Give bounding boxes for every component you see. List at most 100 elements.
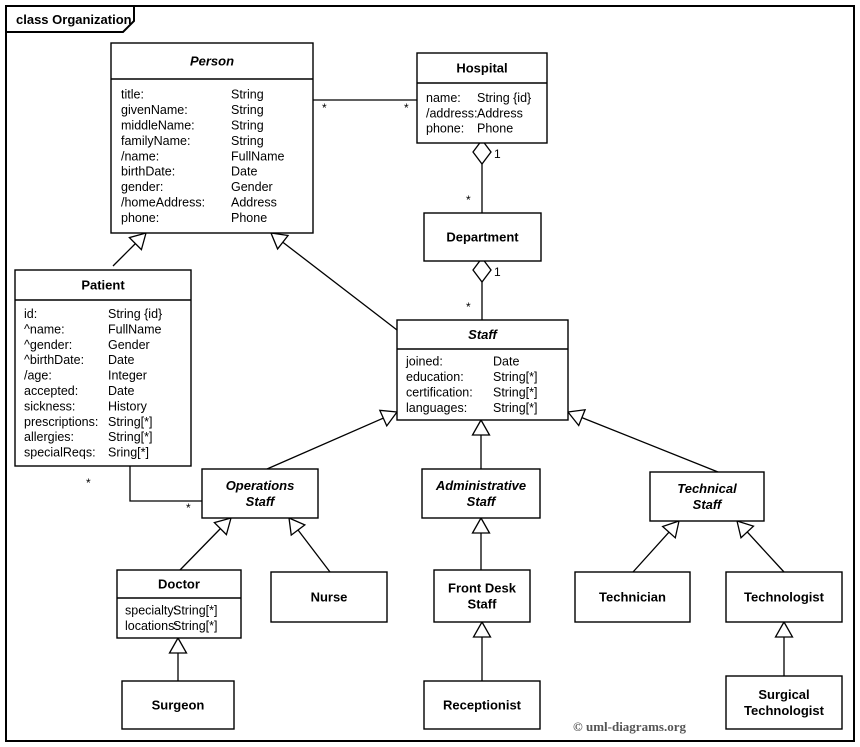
surgeon-doctor-generalization (168, 636, 188, 681)
attribute-name-person-3: familyName: (121, 134, 190, 148)
attribute-type-person-2: String (231, 119, 264, 133)
class-technician[interactable]: Technician (574, 571, 691, 623)
attribute-name-staff-0: joined: (405, 355, 443, 369)
class-administrative-staff[interactable]: AdministrativeStaff (421, 468, 541, 519)
attribute-name-doctor-1: locations: (125, 619, 178, 633)
receptionist-frontdesk-generalization (472, 620, 492, 681)
frontdesk-administrative-generalization (471, 516, 491, 570)
attribute-name-person-5: birthDate: (121, 165, 175, 179)
class-staff[interactable]: Staff joined: Date education: String[*] certi… (396, 319, 569, 421)
class-department[interactable]: Department (423, 212, 542, 262)
attribute-type-doctor-1: String[*] (173, 619, 217, 633)
attribute-type-person-0: String (231, 88, 264, 102)
staff-person-generalization-line (282, 241, 398, 331)
technician-technical-generalization-arrowhead (661, 520, 680, 540)
technician-technical-generalization-line (632, 531, 670, 573)
patient-operations-association-line (129, 466, 202, 502)
department-staff-aggregation-multiplicity-0: 1 (494, 265, 501, 279)
attribute-name-hospital-1: /address: (426, 106, 477, 120)
attribute-name-patient-4: /age: (24, 369, 52, 383)
uml-class-diagram: class Organization Person title: String giv… (0, 0, 860, 747)
attribute-name-hospital-2: phone: (426, 122, 464, 136)
attribute-type-patient-7: String[*] (108, 415, 152, 429)
class-person[interactable]: Person title: String givenName: String middle… (110, 42, 314, 234)
class-name-receptionist: Receptionist (443, 698, 522, 713)
technologist-technical-generalization-line (746, 531, 785, 573)
attribute-name-person-7: /homeAddress: (121, 196, 205, 210)
attribute-name-patient-8: allergies: (24, 430, 74, 444)
staff-person-generalization-arrowhead (269, 232, 290, 251)
class-name-patient: Patient (81, 278, 125, 293)
attribute-type-person-6: Gender (231, 180, 273, 194)
class-patient[interactable]: Patient id: String {id} ^name: FullName ^gend… (14, 269, 192, 467)
class-nurse[interactable]: Nurse (270, 571, 388, 623)
class-layer: Person title: String givenName: String middle… (14, 42, 843, 730)
frame-tab-label: class Organization (16, 12, 132, 27)
doctor-operations-generalization (179, 517, 232, 571)
attribute-type-patient-9: Sring[*] (108, 446, 149, 460)
attribute-name-patient-1: ^name: (24, 322, 65, 336)
class-name-operations-staff: Staff (246, 494, 276, 509)
class-surgeon[interactable]: Surgeon (121, 680, 235, 730)
attribute-name-person-4: /name: (121, 149, 159, 163)
attribute-name-person-1: givenName: (121, 103, 188, 117)
attribute-name-patient-6: sickness: (24, 399, 75, 413)
attribute-type-person-4: FullName (231, 149, 285, 163)
attribute-type-patient-5: Date (108, 384, 134, 398)
hospital-department-aggregation-multiplicity-0: 1 (494, 147, 501, 161)
class-name-technical-staff: Staff (693, 497, 723, 512)
attribute-name-patient-7: prescriptions: (24, 415, 98, 429)
attribute-type-person-7: Address (231, 196, 277, 210)
class-surgical-technologist[interactable]: SurgicalTechnologist (725, 675, 843, 730)
attribute-name-staff-1: education: (406, 370, 464, 384)
nurse-operations-generalization-line (297, 529, 331, 573)
person-hospital-association-multiplicity-1: * (404, 101, 409, 115)
class-front-desk-staff[interactable]: Front DeskStaff (433, 569, 531, 623)
department-staff-aggregation (472, 256, 492, 320)
attribute-name-doctor-0: specialty: (125, 604, 177, 618)
class-hospital[interactable]: Hospital name: String {id}/address: Address… (416, 52, 548, 144)
attribute-type-patient-0: String {id} (108, 307, 162, 321)
hospital-department-aggregation-multiplicity-1: * (466, 193, 471, 207)
class-name-staff: Staff (468, 327, 498, 342)
attribute-type-patient-3: Date (108, 353, 134, 367)
attribute-type-person-5: Date (231, 165, 257, 179)
class-technologist[interactable]: Technologist (725, 571, 843, 623)
attribute-type-person-3: String (231, 134, 264, 148)
technician-technical-generalization (632, 520, 680, 573)
attribute-name-person-2: middleName: (121, 119, 195, 133)
diagram-canvas: class Organization Person title: String giv… (5, 5, 855, 742)
attribute-type-patient-8: String[*] (108, 430, 152, 444)
class-name-front-desk-staff: Front Desk (448, 581, 517, 596)
attribute-type-hospital-1: Address (477, 106, 523, 120)
patient-person-generalization (112, 232, 147, 267)
attribute-name-patient-0: id: (24, 307, 37, 321)
class-name-department: Department (446, 230, 519, 245)
administrative-staff-generalization-arrowhead (471, 418, 491, 436)
attribute-name-staff-3: languages: (406, 401, 467, 415)
surgicaltech-technologist-generalization (774, 620, 794, 676)
class-receptionist[interactable]: Receptionist (423, 680, 541, 730)
patient-operations-association-multiplicity-0: * (86, 476, 91, 490)
operations-staff-generalization-line (266, 417, 384, 470)
attribute-name-person-0: title: (121, 88, 144, 102)
attribute-type-patient-2: Gender (108, 338, 150, 352)
class-name-doctor: Doctor (158, 577, 200, 592)
attribute-type-hospital-0: String {id} (477, 91, 531, 105)
attribute-name-person-6: gender: (121, 180, 163, 194)
technical-staff-generalization (566, 408, 719, 473)
attribute-name-patient-2: ^gender: (24, 338, 72, 352)
class-doctor[interactable]: Doctor specialty:String[*]locations:Strin… (116, 569, 242, 639)
class-technical-staff[interactable]: TechnicalStaff (649, 471, 765, 522)
class-operations-staff[interactable]: OperationsStaff (201, 468, 319, 519)
nurse-operations-generalization-arrowhead (288, 516, 307, 537)
class-name-technician: Technician (599, 590, 666, 605)
attribute-type-person-1: String (231, 103, 264, 117)
receptionist-frontdesk-generalization-arrowhead (472, 620, 492, 638)
attribute-type-person-8: Phone (231, 211, 267, 225)
class-name-hospital: Hospital (456, 61, 507, 76)
class-name-person: Person (190, 54, 234, 69)
copyright-label: © uml-diagrams.org (573, 719, 686, 734)
attribute-type-staff-0: Date (493, 355, 519, 369)
class-name-surgeon: Surgeon (152, 698, 205, 713)
